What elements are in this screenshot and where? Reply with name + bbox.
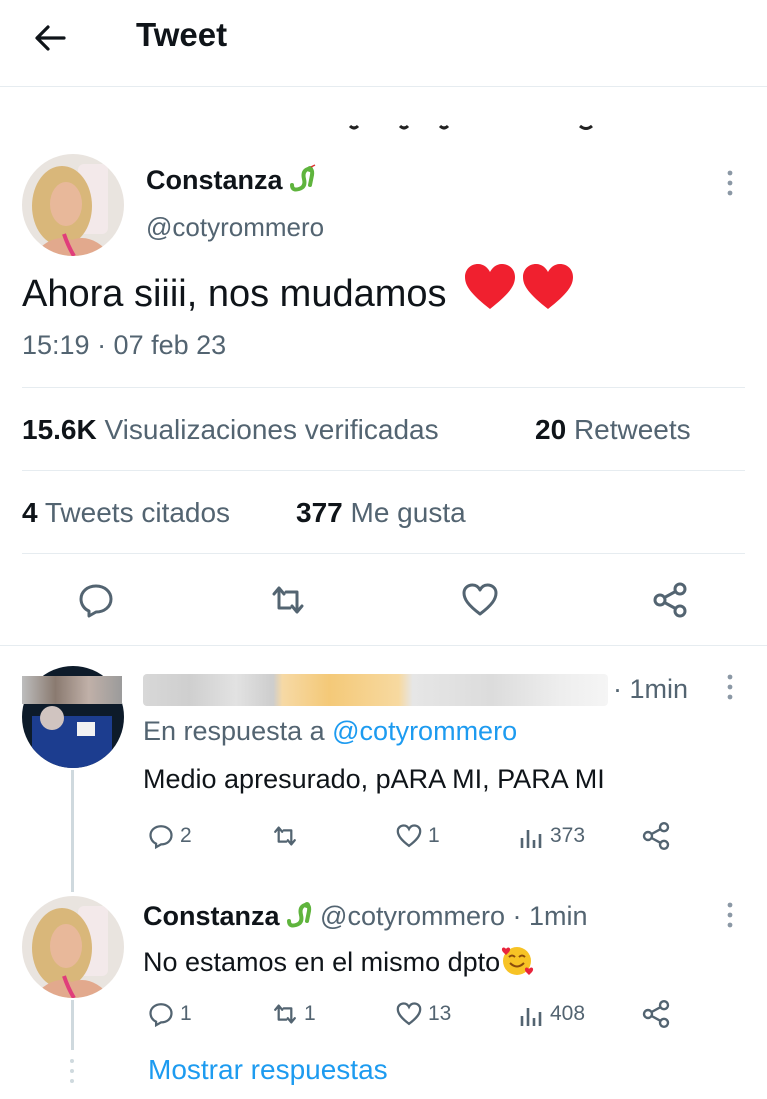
author-avatar[interactable] <box>22 154 124 256</box>
reply-text-content: No estamos en el mismo dpto <box>143 947 501 977</box>
likes-stat[interactable]: 377 Me gusta <box>296 497 466 529</box>
reply-icon <box>149 1003 173 1028</box>
retweets-stat[interactable]: 20 Retweets <box>535 414 691 446</box>
share-icon[interactable] <box>640 998 672 1030</box>
tweet-text: Ahora siiii, nos mudamos <box>22 264 574 316</box>
red-heart-emoji <box>465 264 574 309</box>
divider <box>22 387 745 388</box>
redacted-area <box>22 676 122 704</box>
scrolled-content-fragment <box>348 124 593 130</box>
reply-action[interactable]: 1 <box>146 1000 192 1028</box>
share-icon[interactable] <box>650 580 690 620</box>
more-options-icon[interactable] <box>725 168 735 198</box>
more-options-icon[interactable] <box>725 672 735 702</box>
tweet-text-content: Ahora siiii, nos mudamos <box>22 273 447 315</box>
likes-count: 377 <box>296 497 343 528</box>
share-icon[interactable] <box>640 820 672 852</box>
arrow-left-icon[interactable] <box>30 18 70 58</box>
retweets-count: 20 <box>535 414 567 445</box>
reply-icon <box>149 825 173 850</box>
redacted-author-name <box>143 674 608 706</box>
like-icon <box>396 824 422 848</box>
retweets-label: Retweets <box>573 414 691 445</box>
show-replies-link[interactable]: Mostrar respuestas <box>148 1054 388 1086</box>
like-action[interactable]: 13 <box>394 1000 451 1028</box>
reply-to-handle[interactable]: @cotyrommero <box>332 716 517 746</box>
retweet-icon <box>274 1004 296 1024</box>
divider <box>22 470 745 471</box>
view-count: 408 <box>550 1002 586 1025</box>
retweet-icon[interactable] <box>268 580 308 620</box>
reply-to-prefix: En respuesta a <box>143 716 325 746</box>
analytics-icon <box>520 1008 542 1026</box>
view-count: 373 <box>550 824 586 847</box>
views-action[interactable]: 373 <box>518 822 585 850</box>
reply-author-handle[interactable]: @cotyrommero <box>320 901 505 931</box>
retweet-icon <box>274 826 296 846</box>
author-name-text: Constanza <box>146 165 283 195</box>
top-bar <box>0 0 767 87</box>
snake-icon <box>286 902 311 928</box>
like-icon[interactable] <box>460 580 500 620</box>
retweet-count: 1 <box>304 1002 316 1025</box>
reply-count: 1 <box>180 1002 192 1025</box>
likes-label: Me gusta <box>350 497 466 528</box>
quotes-count: 4 <box>22 497 38 528</box>
divider <box>0 645 767 646</box>
reply-text: Medio apresurado, pARA MI, PARA MI <box>143 764 605 794</box>
like-action[interactable]: 1 <box>394 822 440 850</box>
like-icon <box>396 1002 422 1026</box>
views-stat[interactable]: 15.6K Visualizaciones verificadas <box>22 414 439 446</box>
reply-timestamp[interactable]: · 1min <box>513 901 588 931</box>
thread-dots-icon <box>70 1059 74 1083</box>
reply-avatar[interactable] <box>22 896 124 998</box>
thread-connector <box>71 1000 74 1050</box>
analytics-icon <box>520 830 542 848</box>
reply-count: 2 <box>180 824 192 847</box>
reply-timestamp[interactable]: · 1min <box>613 674 688 705</box>
quotes-stat[interactable]: 4 Tweets citados <box>22 497 230 529</box>
retweet-action[interactable]: 1 <box>270 1000 316 1028</box>
reply-context: En respuesta a @cotyrommero <box>143 716 517 747</box>
snake-icon <box>289 164 315 192</box>
smiling-face-with-hearts-emoji <box>502 947 534 975</box>
reply-action[interactable]: 2 <box>146 822 192 850</box>
divider <box>22 553 745 554</box>
reply-header: Constanza @cotyrommero · 1min <box>143 899 588 932</box>
like-count: 13 <box>428 1002 452 1025</box>
reply-icon[interactable] <box>76 580 116 620</box>
page-title: Tweet <box>136 16 228 53</box>
like-count: 1 <box>428 824 440 847</box>
thread-connector <box>71 770 74 892</box>
reply-text: No estamos en el mismo dpto <box>143 943 534 978</box>
views-label: Visualizaciones verificadas <box>104 414 439 445</box>
more-options-icon[interactable] <box>725 900 735 930</box>
retweet-action[interactable] <box>270 822 304 850</box>
reply-author-name[interactable]: Constanza <box>143 901 280 931</box>
views-action[interactable]: 408 <box>518 1000 585 1028</box>
tweet-timestamp[interactable]: 15:19 · 07 feb 23 <box>22 330 226 361</box>
author-handle[interactable]: @cotyrommero <box>146 212 324 243</box>
author-name[interactable]: Constanza <box>146 163 316 196</box>
quotes-label: Tweets citados <box>44 497 231 528</box>
views-count: 15.6K <box>22 414 97 445</box>
